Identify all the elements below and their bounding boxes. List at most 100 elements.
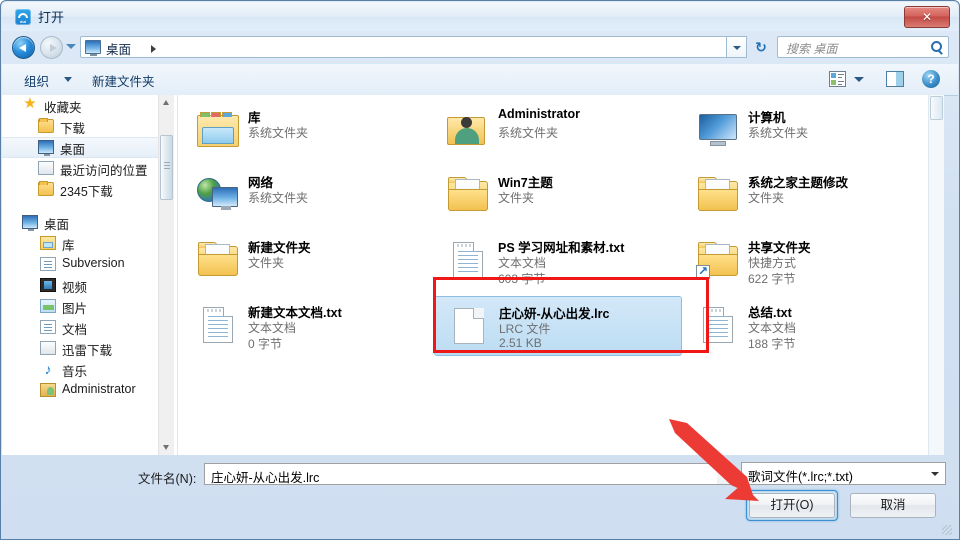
filename-input[interactable]: 庄心妍-从心出发.lrc <box>204 463 729 485</box>
sidebar-item-label: 桌面 <box>60 143 86 157</box>
file-item[interactable]: 网络 系统文件夹 <box>184 166 432 226</box>
file-type: 系统文件夹 <box>248 126 309 140</box>
file-type: 系统文件夹 <box>248 191 309 205</box>
file-type: 文件夹 <box>748 191 785 205</box>
scroll-up-icon[interactable] <box>159 95 174 110</box>
view-mode-icon[interactable] <box>829 71 846 87</box>
file-item[interactable]: 计算机 系统文件夹 <box>684 101 932 161</box>
cancel-button[interactable]: 取消 <box>850 493 936 518</box>
new-folder-button[interactable]: 新建文件夹 <box>92 71 155 90</box>
folder-icon <box>698 177 738 211</box>
file-item[interactable]: 库系统文件夹 <box>184 101 432 161</box>
file-type: 文件夹 <box>248 256 285 270</box>
sidebar-item-下载[interactable]: 下载 <box>2 116 174 137</box>
annotation-highlight-box <box>433 277 709 353</box>
scroll-down-icon[interactable] <box>159 440 174 455</box>
refresh-button[interactable]: ↻ <box>749 36 773 58</box>
music-note-icon: ♪ <box>44 361 52 377</box>
file-size: 188 字节 <box>748 337 796 351</box>
file-item[interactable]: 总结.txt 文本文档 188 字节 <box>684 296 932 356</box>
sidebar-item-文档[interactable]: 文档 <box>2 317 174 338</box>
organize-button[interactable]: 组织 <box>24 71 49 90</box>
sidebar-item-label: 图片 <box>62 302 88 316</box>
address-bar[interactable]: 桌面 <box>80 36 727 58</box>
file-type: 文本文档 <box>748 321 797 335</box>
close-button[interactable]: ✕ <box>904 6 950 28</box>
file-list[interactable]: 库系统文件夹 网络 系统文件夹 新建文件夹 文件夹 新建文本文档.txt 文本文档 0 字节 A… <box>177 95 944 455</box>
back-button[interactable] <box>12 36 35 59</box>
sidebar-item-2345下载[interactable]: 2345下载 <box>2 179 174 200</box>
view-mode-chevron-icon[interactable] <box>854 77 864 82</box>
sidebar-item-Administrator[interactable]: Administrator <box>2 380 174 401</box>
file-item[interactable]: Administrator 系统文件夹 <box>434 101 682 161</box>
network-icon <box>197 178 239 214</box>
sidebar-item-图片[interactable]: 图片 <box>2 296 174 317</box>
sidebar-item-音乐[interactable]: ♪ 音乐 <box>2 359 174 380</box>
file-type: 文本文档 <box>248 321 297 335</box>
file-item[interactable]: 系统之家主题修改 文件夹 <box>684 166 932 226</box>
chevron-down-icon[interactable] <box>64 77 72 82</box>
command-bar: 组织 新建文件夹 ? <box>2 64 958 96</box>
folder-icon <box>198 242 238 276</box>
folder-icon <box>448 177 488 211</box>
sidebar-item-label: 2345下载 <box>60 185 113 199</box>
kugou-music-icon: dui <box>15 9 31 25</box>
document-icon <box>40 320 56 334</box>
forward-arrow-icon <box>49 43 57 52</box>
sidebar-group-收藏夹[interactable]: ★ 收藏夹 <box>2 95 174 116</box>
video-icon <box>40 278 56 292</box>
help-icon[interactable]: ? <box>922 70 940 88</box>
resize-grip[interactable] <box>942 525 952 535</box>
open-button[interactable]: 打开(O) <box>749 493 835 518</box>
download-icon <box>40 341 56 355</box>
sidebar-item-label: 文档 <box>62 323 88 337</box>
sidebar-item-最近访问的位置[interactable]: 最近访问的位置 <box>2 158 174 179</box>
search-input[interactable]: 搜索 桌面 <box>777 36 949 58</box>
breadcrumb-chevron-icon[interactable] <box>151 45 156 53</box>
chevron-down-icon <box>720 473 728 477</box>
chevron-down-icon <box>733 46 741 50</box>
address-dropdown-button[interactable] <box>727 36 747 58</box>
star-icon: ★ <box>23 95 37 112</box>
sidebar-item-label: 音乐 <box>62 365 88 379</box>
search-placeholder: 搜索 桌面 <box>786 42 838 56</box>
text-document-icon <box>453 242 483 278</box>
filetype-select[interactable]: 歌词文件(*.lrc;*.txt) <box>741 462 946 485</box>
sidebar-item-桌面[interactable]: 桌面 <box>2 137 174 158</box>
sidebar-group-label: 收藏夹 <box>44 101 82 115</box>
folder-icon <box>38 181 54 196</box>
title-bar: dui 打开 ✕ <box>2 2 958 31</box>
preview-pane-icon[interactable] <box>886 71 904 87</box>
breadcrumb[interactable]: 桌面 <box>106 39 131 58</box>
file-name: Administrator <box>498 107 580 121</box>
file-item[interactable]: Win7主题 文件夹 <box>434 166 682 226</box>
desktop-icon <box>85 40 101 56</box>
sidebar-item-label: 迅雷下载 <box>62 344 113 358</box>
document-icon <box>40 257 56 271</box>
file-type: 系统文件夹 <box>748 126 809 140</box>
history-dropdown-icon[interactable] <box>66 44 76 49</box>
sidebar-group-label: 桌面 <box>44 218 70 232</box>
sidebar-item-库[interactable]: 库 <box>2 233 174 254</box>
sidebar-item-视频[interactable]: 视频 <box>2 275 174 296</box>
file-type: 文件夹 <box>498 191 535 205</box>
filename-dropdown-button[interactable] <box>717 463 732 485</box>
desktop-icon <box>22 215 38 231</box>
file-item[interactable]: 共享文件夹快捷方式622 字节 <box>684 231 932 291</box>
sidebar-scrollbar[interactable] <box>158 95 174 455</box>
forward-button[interactable] <box>40 36 63 59</box>
sidebar-item-迅雷下载[interactable]: 迅雷下载 <box>2 338 174 359</box>
sidebar-group-桌面[interactable]: 桌面 <box>2 212 174 233</box>
file-item[interactable]: 新建文件夹 文件夹 <box>184 231 432 291</box>
user-folder-icon <box>40 383 56 397</box>
file-size: 0 字节 <box>248 337 283 351</box>
sidebar-item-label: 视频 <box>62 281 88 295</box>
sidebar-scroll-thumb[interactable] <box>160 135 173 200</box>
file-type: 快捷方式 <box>748 256 797 270</box>
sidebar-item-label: 下载 <box>60 122 86 136</box>
file-size: 622 字节 <box>748 272 796 286</box>
file-type: 系统文件夹 <box>498 126 559 140</box>
sidebar-item-Subversion[interactable]: Subversion <box>2 254 174 275</box>
search-icon <box>931 41 942 52</box>
file-item[interactable]: 新建文本文档.txt 文本文档 0 字节 <box>184 296 432 356</box>
